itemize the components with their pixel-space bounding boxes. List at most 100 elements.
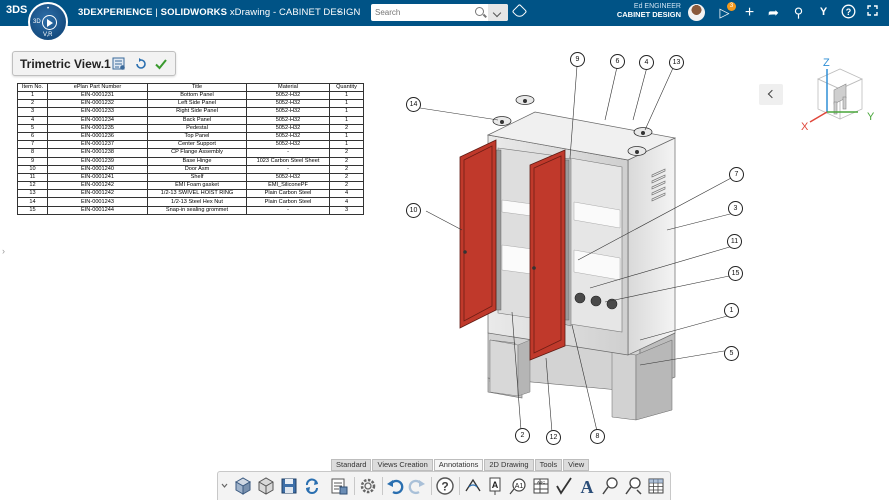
balloon-11[interactable]: 11	[727, 234, 742, 249]
view-title: Trimetric View.1	[20, 57, 111, 71]
cabinet-drawing-view[interactable]: 14 9 6 4 13 10 7 3 11 15 1 5 2 12 8	[390, 40, 790, 460]
refresh-icon[interactable]	[302, 476, 322, 496]
balloon-8[interactable]: 8	[590, 429, 605, 444]
app-separator: |	[152, 7, 161, 18]
balloon-10[interactable]: 10	[406, 203, 421, 218]
roughness-icon[interactable]	[554, 476, 574, 496]
toolbar-separator	[354, 477, 355, 495]
user-block[interactable]: Ed ENGINEER CABINET DESIGN	[605, 3, 681, 19]
tag-icon[interactable]	[511, 3, 528, 20]
balloon-14[interactable]: 14	[406, 97, 421, 112]
cell: 1	[329, 99, 364, 109]
cell: 5052-H32	[246, 107, 330, 117]
share-icon[interactable]: ⚲	[790, 4, 807, 21]
tab-standard[interactable]: Standard	[331, 459, 372, 471]
balloon-icon[interactable]: A1	[508, 476, 528, 496]
datum-target-icon[interactable]	[623, 476, 643, 496]
cell: 2	[329, 164, 364, 174]
cell: 2	[329, 181, 364, 191]
cell: 4	[329, 197, 364, 207]
dimension-icon[interactable]	[463, 476, 483, 496]
table-row: 10 EIN-0001240 Door Asm -2	[17, 164, 364, 174]
action-bar-expand-icon[interactable]	[220, 476, 229, 496]
app-product: SOLIDWORKS	[160, 7, 228, 18]
avatar[interactable]	[688, 4, 705, 21]
expand-icon[interactable]	[864, 4, 881, 21]
column-header: Material	[246, 83, 330, 92]
svg-text:A: A	[581, 477, 594, 496]
cell: 5	[17, 123, 48, 133]
balloon-15[interactable]: 15	[728, 266, 743, 281]
tab-views-creation[interactable]: Views Creation	[372, 459, 433, 471]
undo-icon[interactable]	[385, 476, 405, 496]
table-row: 9 EIN-0001239 Base Hinge 1023 Carbon Steel …	[17, 156, 364, 166]
update-view-icon[interactable]	[134, 57, 148, 71]
gear-icon[interactable]	[358, 476, 378, 496]
cell: 4	[329, 189, 364, 199]
cell: EMI Foam gasket	[147, 181, 247, 191]
search-icon[interactable]	[475, 7, 484, 16]
table-icon[interactable]	[646, 476, 666, 496]
search-dropdown-icon[interactable]	[488, 4, 508, 21]
cell: 2	[17, 99, 48, 109]
app-title[interactable]: 3DEXPERIENCE | SOLIDWORKS xDrawing - CAB…	[78, 7, 360, 18]
view-properties-icon[interactable]	[112, 57, 126, 71]
balloon-5[interactable]: 5	[724, 346, 739, 361]
balloon-3[interactable]: 3	[728, 201, 743, 216]
cell: 11	[17, 172, 48, 183]
cell: Plain Carbon Steel	[246, 197, 330, 207]
tools-icon[interactable]: Y	[815, 4, 832, 21]
redo-icon[interactable]	[407, 476, 427, 496]
balloon-12[interactable]: 12	[546, 430, 561, 445]
forward-icon[interactable]: ➦	[765, 4, 782, 21]
chevron-down-icon[interactable]: ⌄	[335, 5, 343, 16]
balloon-7[interactable]: 7	[729, 167, 744, 182]
add-icon[interactable]: +	[741, 4, 758, 21]
cell: 1	[17, 90, 48, 101]
cell: 3	[329, 205, 364, 215]
save-icon[interactable]	[279, 476, 299, 496]
balloon-4[interactable]: 4	[639, 55, 654, 70]
column-header: ePlan Part Number	[47, 83, 148, 92]
part-icon[interactable]	[256, 476, 276, 496]
help-icon[interactable]: ?	[840, 4, 857, 21]
table-row: 8 EIN-0001238 CP Flange Assembly -2	[17, 148, 364, 158]
cell: 9	[17, 156, 48, 166]
cube-globe-icon[interactable]	[233, 476, 253, 496]
table-annotation-icon[interactable]: ABC	[531, 476, 551, 496]
text-annotation-icon[interactable]: A	[485, 476, 505, 496]
compass-3d-label: 3D	[33, 19, 41, 25]
cell: EIN-0001239	[47, 156, 148, 166]
toolbar-separator	[459, 477, 460, 495]
table-row: 4 EIN-0001234 Back Panel 5052-H32 1	[17, 115, 364, 125]
view-cube[interactable]: Z X Y	[800, 54, 880, 134]
cell: 8	[17, 148, 48, 158]
confirm-check-icon[interactable]	[154, 57, 168, 71]
sheet-properties-icon[interactable]	[329, 476, 349, 496]
svg-text:A: A	[492, 480, 499, 490]
compass-widget[interactable]: • 3D V,R	[28, 2, 68, 42]
collapse-panel-button[interactable]	[759, 84, 783, 105]
text-icon[interactable]: A	[577, 476, 597, 497]
table-row: 11 EIN-0001241 Shelf 5052-H32 2	[17, 172, 364, 183]
tab-view[interactable]: View	[563, 459, 590, 471]
tab-annotations[interactable]: Annotations	[433, 459, 484, 471]
cell: 5052-H32	[246, 131, 330, 142]
side-panel-handle-icon[interactable]: ›	[2, 246, 5, 256]
table-row: 1 EIN-0001231 Bottom Panel 5052-H32 1	[17, 90, 364, 101]
tab-tools[interactable]: Tools	[534, 459, 563, 471]
svg-text:ABC: ABC	[537, 480, 545, 485]
search-input[interactable]	[375, 6, 475, 19]
tab-2d-drawing[interactable]: 2D Drawing	[484, 459, 534, 471]
cell: 1	[329, 115, 364, 125]
balloon-1[interactable]: 1	[724, 303, 739, 318]
cell: -	[246, 205, 330, 215]
balloon-13[interactable]: 13	[669, 55, 684, 70]
play-icon[interactable]	[42, 15, 57, 30]
help-icon[interactable]: ?	[435, 476, 455, 496]
balloon-6[interactable]: 6	[610, 54, 625, 69]
balloon-2[interactable]: 2	[515, 428, 530, 443]
balloon-9[interactable]: 9	[570, 52, 585, 67]
column-header: Quantity	[329, 83, 364, 92]
leader-icon[interactable]	[600, 476, 620, 496]
